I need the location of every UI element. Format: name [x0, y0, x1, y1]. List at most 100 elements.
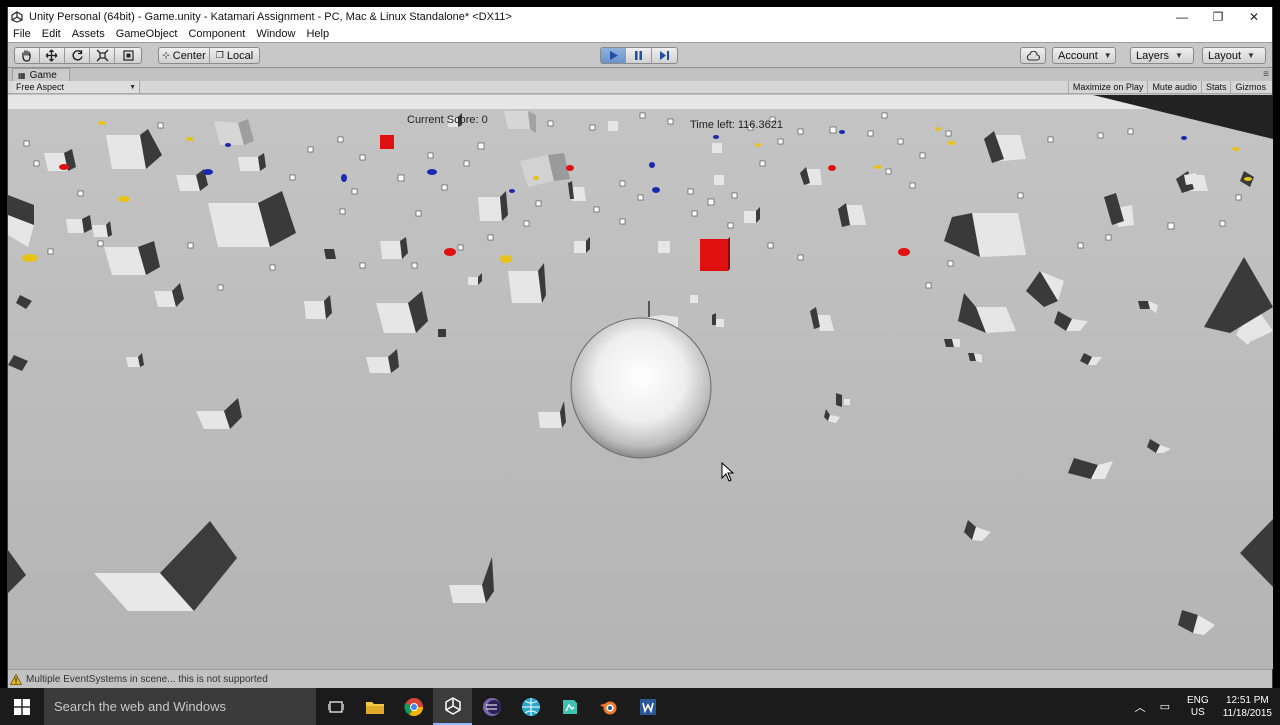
windows-taskbar: Search the web and Windows ︿ ▭ ENG US 12… [0, 688, 1280, 725]
panel-menu-icon[interactable]: ≡ [1263, 69, 1269, 80]
system-tray: ︿ ▭ ENG US 12:51 PM 11/18/2015 [1128, 688, 1280, 725]
game-view-bar: Free Aspect ▼ Maximize on Play Mute audi… [8, 81, 1272, 94]
tab-game[interactable]: ▦ Game [12, 68, 70, 81]
chevron-up-icon[interactable]: ︿ [1135, 699, 1146, 715]
unity-icon [444, 696, 461, 715]
unity-logo-icon [11, 10, 23, 23]
scale-tool-icon[interactable] [90, 48, 116, 63]
player-ball [570, 317, 712, 459]
play-controls [600, 47, 678, 64]
blender-button[interactable] [589, 688, 628, 725]
folder-icon [365, 701, 384, 714]
close-button[interactable]: ✕ [1236, 7, 1272, 26]
layout-label: Layout [1208, 49, 1242, 62]
menu-help[interactable]: Help [306, 28, 329, 40]
sky-strip [8, 95, 1273, 109]
caret-down-icon: ▼ [1103, 51, 1112, 60]
caret-down-icon: ▼ [1247, 51, 1255, 60]
clock-date: 11/18/2015 [1222, 707, 1272, 719]
chrome-icon [403, 697, 423, 716]
cube [438, 329, 446, 337]
game-panel-header: ▦ Game ≡ [8, 68, 1272, 81]
globe-app-button[interactable] [511, 688, 550, 725]
move-tool-icon[interactable] [40, 48, 66, 63]
play-button[interactable] [601, 48, 627, 63]
title-bar[interactable]: Unity Personal (64bit) - Game.unity - Ka… [8, 7, 1272, 26]
aspect-dropdown[interactable]: Free Aspect ▼ [12, 81, 140, 93]
caret-down-icon: ▼ [1175, 51, 1183, 60]
menu-bar: File Edit Assets GameObject Component Wi… [8, 26, 1272, 42]
play-icon [609, 51, 618, 60]
minimize-button[interactable]: — [1164, 7, 1200, 26]
layout-dropdown[interactable]: Layout ▼ [1202, 47, 1266, 64]
step-icon [659, 51, 669, 60]
chrome-button[interactable] [394, 688, 433, 725]
account-dropdown[interactable]: Account ▼ [1052, 47, 1116, 64]
task-view-button[interactable] [316, 688, 355, 725]
menu-gameobject[interactable]: GameObject [116, 28, 178, 40]
cube [324, 249, 336, 259]
rect-tool-icon[interactable] [115, 48, 141, 63]
cube [658, 241, 670, 253]
aspect-label: Free Aspect [16, 82, 65, 92]
word-icon [639, 698, 656, 715]
lang-top: ENG [1187, 694, 1209, 706]
gizmos-dropdown[interactable]: Gizmos [1230, 81, 1270, 93]
lang-bottom: US [1190, 706, 1205, 718]
step-button[interactable] [652, 48, 677, 63]
notification-icon[interactable]: ▭ [1160, 700, 1170, 713]
clock-time: 12:51 PM [1225, 694, 1269, 706]
file-explorer-button[interactable] [355, 688, 394, 725]
pivot-center-button[interactable]: ⊹ Center [159, 48, 210, 63]
app-button[interactable] [550, 688, 589, 725]
game-viewport[interactable]: Current Score: 0 Time left: 116.3621 [8, 95, 1273, 669]
cube [608, 121, 618, 131]
menu-window[interactable]: Window [256, 28, 295, 40]
account-label: Account [1058, 49, 1098, 62]
status-bar[interactable]: Multiple EventSystems in scene... this i… [8, 669, 1272, 688]
cube [1184, 173, 1198, 185]
space-label: Local [226, 49, 254, 62]
menu-component[interactable]: Component [188, 28, 245, 40]
start-button[interactable] [0, 688, 44, 725]
hud-time-left: Time left: 116.3621 [690, 119, 783, 131]
cloud-button[interactable] [1020, 47, 1046, 64]
menu-file[interactable]: File [13, 28, 31, 40]
pivot-label: Center [172, 49, 206, 62]
cube [690, 295, 698, 303]
hud-score: Current Score: 0 [407, 114, 488, 126]
caret-down-icon: ▼ [129, 83, 136, 91]
menu-edit[interactable]: Edit [42, 28, 61, 40]
pause-icon [635, 51, 643, 60]
maximize-on-play-toggle[interactable]: Maximize on Play [1067, 81, 1148, 93]
word-button[interactable] [628, 688, 667, 725]
stats-toggle[interactable]: Stats [1200, 81, 1231, 93]
warning-icon [10, 673, 22, 685]
cube [214, 119, 254, 145]
windows-logo-icon [14, 698, 30, 715]
system-clock[interactable]: 12:51 PM 11/18/2015 [1223, 694, 1272, 720]
status-message: Multiple EventSystems in scene... this i… [26, 673, 268, 685]
language-indicator[interactable]: ENG US [1187, 695, 1209, 719]
cloud-icon [1026, 50, 1040, 61]
app-icon [562, 699, 577, 714]
unity-taskbar-button[interactable] [433, 688, 472, 725]
pause-button[interactable] [626, 48, 652, 63]
maximize-button[interactable]: ❐ [1200, 7, 1236, 26]
blender-icon [599, 701, 616, 714]
hand-tool-icon[interactable] [15, 48, 40, 63]
rotate-tool-icon[interactable] [65, 48, 90, 63]
eclipse-button[interactable] [472, 688, 511, 725]
cube [712, 143, 722, 153]
taskbar-search-box[interactable]: Search the web and Windows [44, 688, 316, 725]
local-icon: ❒ [215, 50, 224, 60]
game-tab-label: Game [29, 69, 57, 81]
cube [714, 175, 724, 185]
cube [944, 339, 960, 347]
layers-dropdown[interactable]: Layers ▼ [1130, 47, 1194, 64]
menu-assets[interactable]: Assets [72, 28, 105, 40]
search-placeholder: Search the web and Windows [54, 699, 226, 714]
space-local-button[interactable]: ❒ Local [210, 48, 259, 63]
red-cube [700, 239, 728, 271]
mute-audio-toggle[interactable]: Mute audio [1147, 81, 1201, 93]
